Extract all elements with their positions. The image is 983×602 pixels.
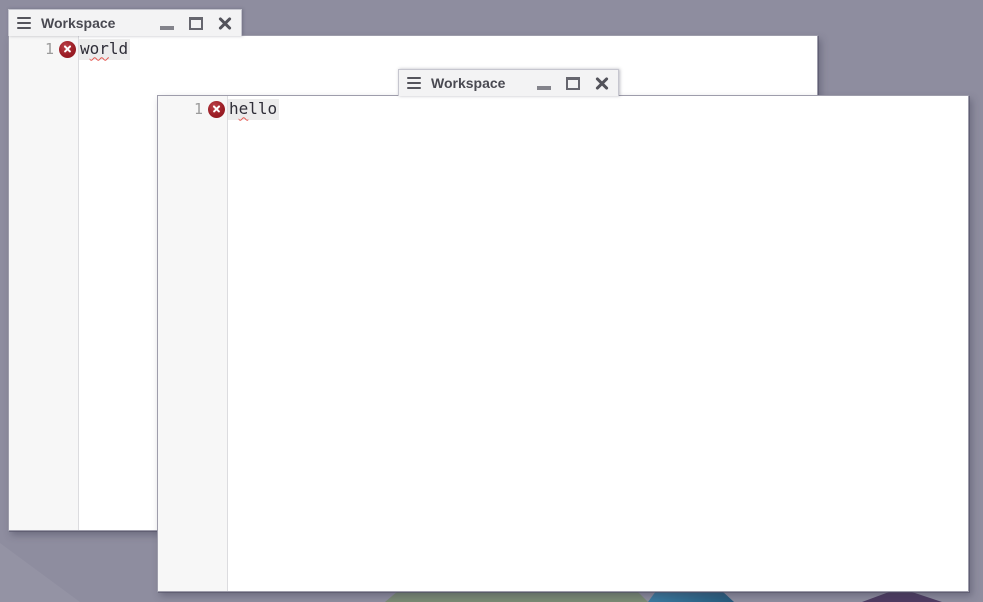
wallpaper-facet-blue [648,591,734,602]
menu-icon[interactable] [407,77,421,89]
maximize-icon [189,17,203,30]
line-number: 1 [45,40,54,58]
editor-gutter: 1 [158,96,228,591]
editor-area[interactable]: hello [228,96,968,591]
minimize-button[interactable] [159,14,175,32]
menu-icon[interactable] [17,17,31,29]
code-text-highlight: hello [228,99,279,120]
window-titlebar[interactable]: Workspace [398,69,619,96]
code-text-pre: w [80,39,90,58]
code-line[interactable]: world [79,38,817,60]
error-icon[interactable] [59,41,76,58]
code-text-error-squiggle: e [239,99,249,118]
window-titlebar[interactable]: Workspace [8,9,242,36]
code-line[interactable]: hello [228,98,968,120]
desktop-background: Workspace 1 world Workspace [0,0,983,602]
error-icon[interactable] [208,101,225,118]
maximize-button[interactable] [188,14,204,32]
line-number: 1 [194,100,203,118]
close-icon [218,16,232,30]
maximize-button[interactable] [565,74,581,92]
code-text-pre: h [229,99,239,118]
close-button[interactable] [217,14,233,32]
workspace-window-front: Workspace 1 hello [157,95,969,592]
code-text-error-squiggle: or [90,39,109,58]
editor-window-body: 1 hello [158,96,968,591]
editor-gutter: 1 [9,36,79,530]
code-text-post: llo [248,99,277,118]
gutter-row: 1 [158,98,227,120]
window-title: Workspace [41,15,115,31]
close-icon [595,76,609,90]
window-title: Workspace [431,75,505,91]
gutter-row: 1 [9,38,78,60]
code-text-post: ld [109,39,128,58]
minimize-button[interactable] [536,74,552,92]
minimize-icon [537,86,551,90]
close-button[interactable] [594,74,610,92]
minimize-icon [160,26,174,30]
wallpaper-facet [0,543,80,602]
maximize-icon [566,77,580,90]
wallpaper-facet-green [385,591,650,602]
code-text-highlight: world [79,39,130,60]
